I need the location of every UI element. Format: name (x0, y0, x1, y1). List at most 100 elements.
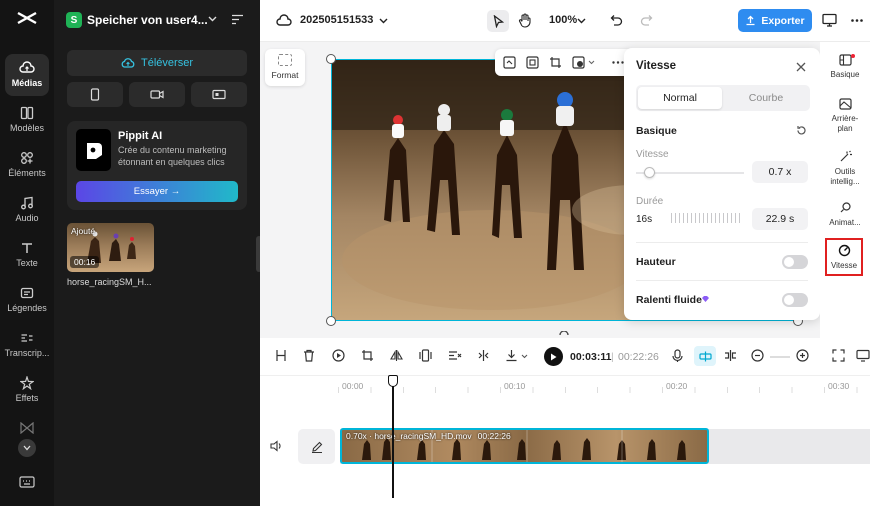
speed-slider-thumb[interactable] (644, 167, 655, 178)
record-button[interactable] (129, 82, 185, 107)
screen-record-button[interactable] (191, 82, 247, 107)
keyboard-icon[interactable] (19, 476, 35, 488)
zoom-out-icon[interactable] (751, 349, 764, 362)
close-icon[interactable] (796, 62, 806, 72)
media-thumbnail[interactable]: Ajouté 00:16 (67, 223, 154, 272)
crop-icon[interactable] (549, 56, 562, 69)
pitch-toggle[interactable] (782, 255, 808, 269)
rail-item-texte[interactable]: Texte (0, 241, 54, 268)
mirror-icon[interactable] (390, 349, 403, 362)
more-icon[interactable] (612, 61, 624, 64)
resize-handle[interactable] (326, 54, 336, 64)
rail-expand-button[interactable] (18, 439, 36, 457)
fullscreen-icon[interactable] (832, 349, 845, 362)
transitions-icon[interactable] (20, 422, 34, 434)
rail-item-modeles[interactable]: Modèles (0, 106, 54, 133)
rotate-handle[interactable] (558, 331, 570, 337)
rail-item-audio[interactable]: Audio (0, 196, 54, 223)
redo-icon[interactable] (640, 14, 653, 26)
download-icon[interactable] (505, 349, 518, 362)
delete-icon[interactable] (303, 349, 315, 362)
tab-normal[interactable]: Normal (638, 87, 722, 109)
try-button[interactable]: Essayer → (76, 181, 238, 202)
rail-item-legendes[interactable]: Légendes (0, 286, 54, 313)
rail-label: Éléments (8, 168, 46, 178)
speed-value-input[interactable]: 0.7 x (752, 161, 808, 183)
resize-handle[interactable] (326, 316, 336, 326)
rightbar-label: Arrière-plan (831, 114, 859, 133)
playhead[interactable] (392, 376, 394, 498)
split-icon[interactable] (275, 349, 287, 362)
effects-icon (0, 376, 54, 390)
duration-value-input[interactable]: 22.9 s (752, 208, 808, 230)
select-tool-button[interactable] (487, 10, 509, 32)
replace-icon[interactable] (503, 56, 516, 69)
rightbar-item-animation[interactable]: Animat... (820, 201, 870, 228)
camera-icon (150, 90, 164, 99)
present-icon[interactable] (822, 13, 837, 27)
chevron-down-icon[interactable] (588, 60, 595, 65)
reset-icon[interactable] (796, 125, 807, 136)
rightbar-item-background[interactable]: Arrière-plan (820, 98, 870, 134)
edit-track-button[interactable] (298, 429, 335, 464)
play-button[interactable] (544, 347, 563, 366)
clip-label: 0.70x · horse_racingSM_HD.mov (346, 431, 472, 441)
chevron-down-icon (23, 445, 31, 451)
rail-label: Texte (16, 258, 38, 268)
export-button[interactable]: Exporter (738, 9, 812, 32)
trim-icon[interactable] (477, 349, 490, 362)
mask-icon[interactable] (572, 56, 585, 69)
video-clip[interactable]: 0.70x · horse_racingSM_HD.mov 00:22:26 (340, 428, 709, 464)
rail-item-medias[interactable]: Médias (0, 54, 54, 96)
zoom-level[interactable]: 100% (549, 14, 577, 26)
hand-tool-button[interactable] (518, 13, 532, 28)
rightbar-item-speed[interactable]: Vitesse (825, 238, 863, 276)
split-view-icon[interactable] (724, 349, 737, 362)
basic-icon (820, 54, 870, 66)
elements-icon (0, 151, 54, 165)
rightbar-item-basic[interactable]: Basique (820, 54, 870, 80)
freeze-icon[interactable] (419, 349, 432, 362)
preview-icon[interactable] (856, 349, 870, 362)
upload-button[interactable]: Téléverser (67, 50, 247, 76)
rail-item-elements[interactable]: Éléments (0, 151, 54, 178)
rail-item-transcription[interactable]: Transcrip... (0, 331, 54, 358)
capcut-logo (16, 10, 38, 26)
sort-icon[interactable] (231, 14, 244, 25)
current-time: 00:03:11 (570, 351, 612, 363)
total-time: 00:22:26 (618, 351, 659, 363)
media-panel: S Speicher von user4... Téléverser Pippi… (54, 0, 262, 506)
captions-tool-icon[interactable] (448, 349, 462, 362)
undo-icon[interactable] (610, 14, 623, 26)
more-icon[interactable] (851, 19, 863, 22)
timeline: 00:00 00:10 00:20 00:30 0.70x · horse_ra… (260, 375, 870, 506)
divider (636, 280, 808, 281)
chevron-down-icon[interactable] (208, 16, 217, 22)
format-button[interactable]: Format (265, 49, 305, 86)
chevron-down-icon[interactable] (379, 18, 388, 24)
smooth-slowmo-toggle[interactable] (782, 293, 808, 307)
play-segment-icon[interactable] (332, 349, 345, 362)
volume-icon[interactable] (270, 440, 283, 452)
zoom-in-icon[interactable] (796, 349, 809, 362)
tab-curve[interactable]: Courbe (724, 87, 808, 109)
project-name[interactable]: 202505151533 (300, 14, 373, 26)
rail-label: Médias (11, 78, 43, 88)
phone-upload-button[interactable] (67, 82, 123, 107)
upload-label: Téléverser (141, 57, 193, 69)
rightbar-item-smart-tools[interactable]: Outils intellig... (820, 150, 870, 187)
duration-ruler[interactable] (671, 213, 743, 223)
crop-icon[interactable] (361, 349, 374, 362)
chevron-down-icon[interactable] (577, 18, 586, 24)
microphone-icon[interactable] (672, 349, 683, 363)
zoom-slider[interactable] (770, 356, 790, 358)
rightbar-label: Animat... (829, 218, 861, 227)
chevron-down-icon[interactable] (521, 354, 528, 359)
rail-item-effets[interactable]: Effets (0, 376, 54, 403)
workspace-title[interactable]: Speicher von user4... (87, 13, 208, 27)
play-icon (551, 353, 557, 360)
snap-button[interactable] (694, 346, 716, 366)
playhead-handle[interactable] (388, 375, 398, 387)
transcript-icon (0, 331, 54, 345)
fit-icon[interactable] (526, 56, 539, 69)
